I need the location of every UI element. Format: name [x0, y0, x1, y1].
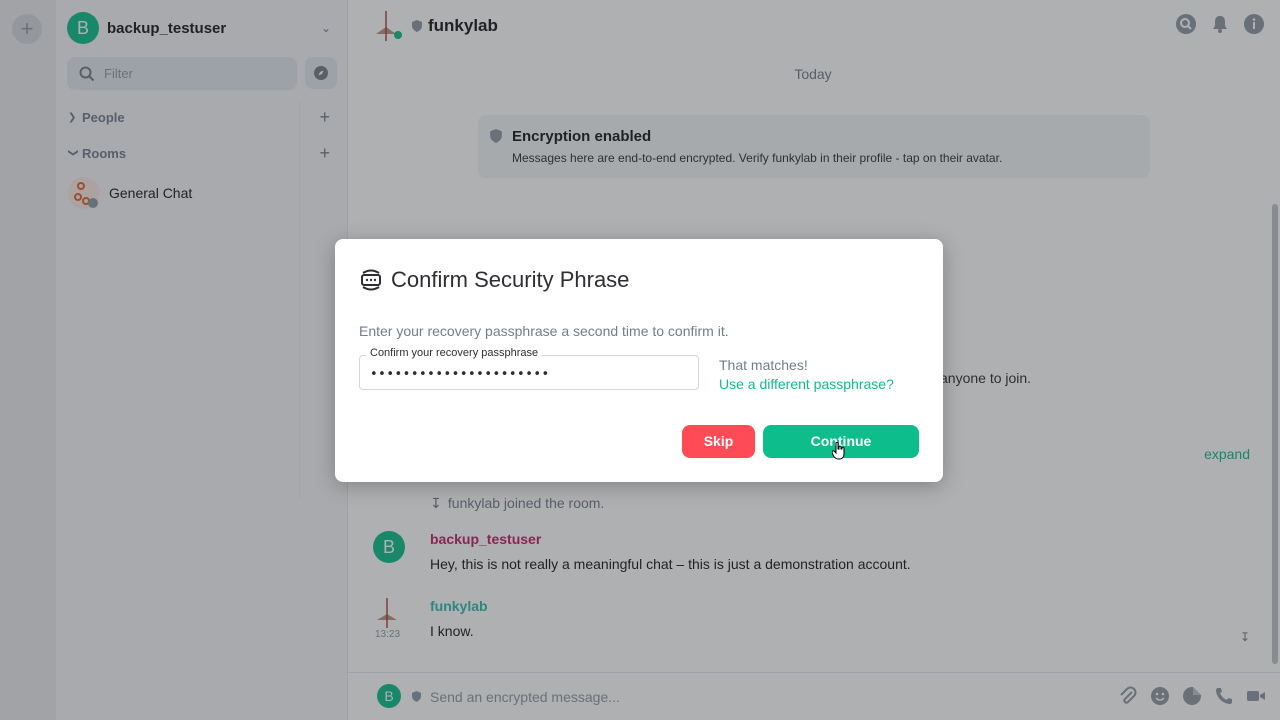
passphrase-field-value: •••••••••••••••••••••• [370, 367, 550, 382]
dialog-header: Confirm Security Phrase [359, 267, 629, 293]
passphrase-field-label: Confirm your recovery passphrase [366, 347, 543, 359]
dialog-title: Confirm Security Phrase [391, 267, 630, 292]
mouse-cursor-icon [832, 442, 845, 460]
passphrase-confirm-field[interactable]: Confirm your recovery passphrase •••••••… [359, 347, 699, 390]
skip-button[interactable]: Skip [682, 425, 755, 458]
secure-backup-icon [361, 269, 381, 291]
dialog-description: Enter your recovery passphrase a second … [359, 323, 729, 339]
confirm-security-phrase-dialog: Confirm Security Phrase Enter your recov… [335, 239, 943, 482]
use-different-passphrase-link[interactable]: Use a different passphrase? [719, 376, 894, 392]
passphrase-match-status: That matches! [719, 357, 808, 373]
